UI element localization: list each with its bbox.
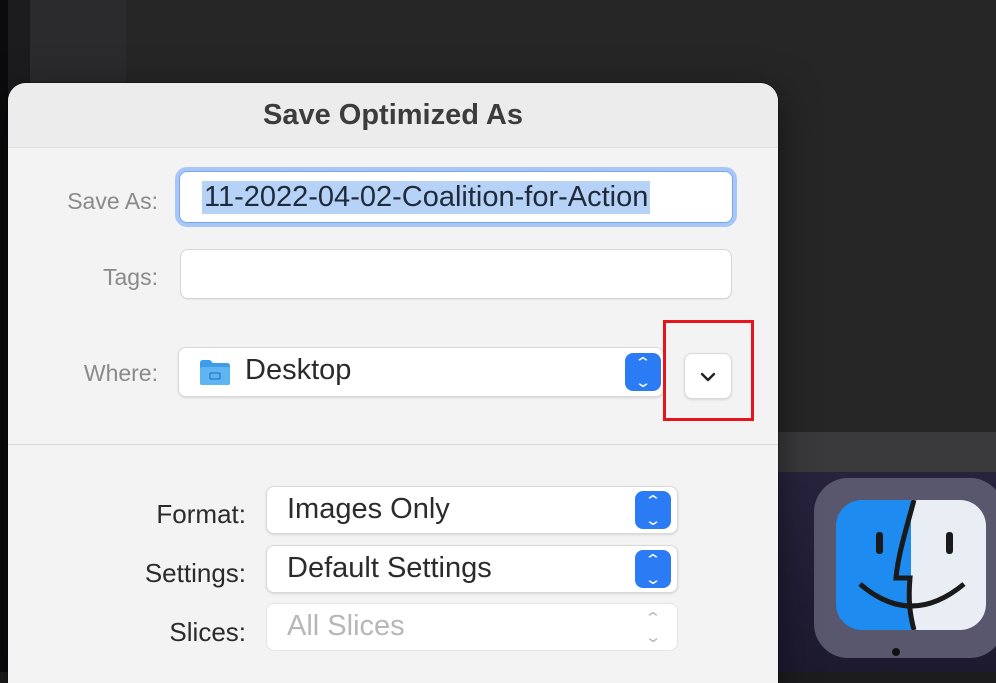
format-stepper-icon: ⌃ ⌃ (635, 491, 671, 529)
tags-label: Tags: (103, 264, 158, 290)
where-label: Where: (83, 360, 158, 386)
slices-stepper-icon: ⌃ ⌃ (644, 610, 662, 645)
slices-value: All Slices (287, 610, 405, 642)
highlight-annotation (663, 320, 754, 421)
save-as-label: Save As: (67, 188, 158, 214)
settings-label: Settings: (144, 558, 246, 588)
format-popup[interactable]: Images Only ⌃ ⌃ (266, 486, 678, 534)
where-popup[interactable]: Desktop ⌃ ⌃ (178, 347, 664, 397)
settings-popup[interactable]: Default Settings ⌃ ⌃ (266, 545, 678, 593)
desktop-edge (0, 0, 8, 672)
slices-popup: All Slices ⌃ ⌃ (266, 603, 678, 651)
save-as-field[interactable]: 11-2022-04-02-Coalition-for-Action (179, 171, 733, 223)
format-label: Format: (156, 499, 246, 529)
folder-icon (200, 360, 230, 385)
finder-dock-icon[interactable] (814, 478, 996, 658)
finder-icon (836, 500, 986, 630)
section-divider (8, 444, 778, 445)
where-stepper-icon: ⌃ ⌃ (625, 353, 661, 391)
format-value: Images Only (287, 493, 450, 525)
settings-value: Default Settings (287, 552, 492, 584)
dock-top-edge (760, 432, 996, 472)
tags-field[interactable] (180, 249, 732, 299)
where-value: Desktop (245, 354, 352, 386)
slices-label: Slices: (169, 617, 246, 647)
dock-running-indicator (892, 648, 900, 656)
settings-stepper-icon: ⌃ ⌃ (635, 550, 671, 588)
save-as-value: 11-2022-04-02-Coalition-for-Action (202, 181, 651, 214)
dialog-title: Save Optimized As (8, 83, 778, 148)
